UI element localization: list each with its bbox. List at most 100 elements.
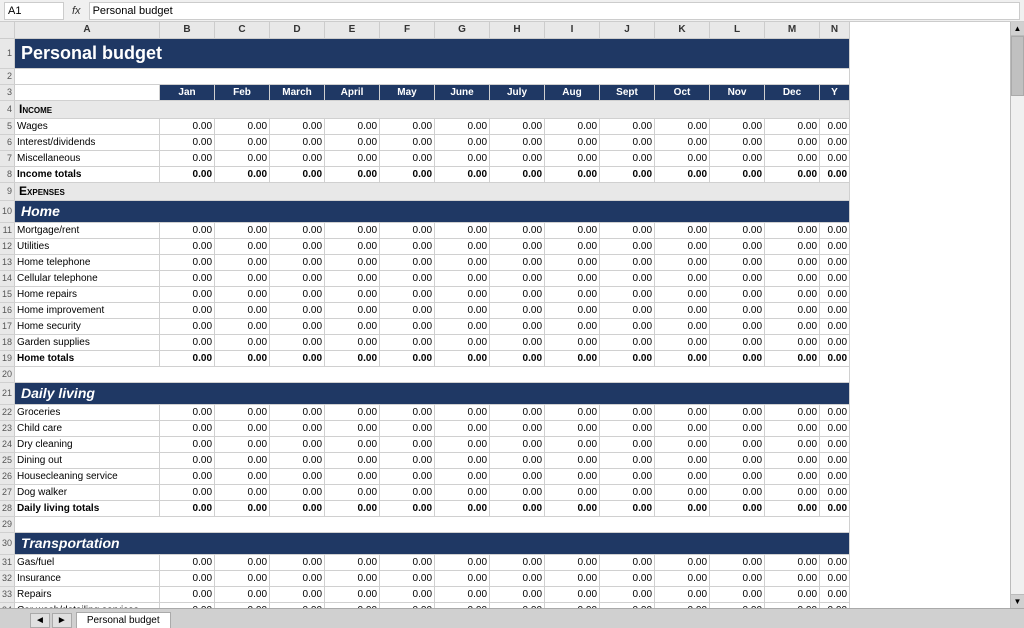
wages-june[interactable]: 0.00 [435,118,490,134]
interest-year[interactable]: 0.00 [820,134,850,150]
insurance-row: 32 Insurance 0.00 0.00 0.00 0.00 0.00 0.… [0,570,850,586]
wages-year[interactable]: 0.00 [820,118,850,134]
month-feb: Feb [215,84,270,100]
interest-july[interactable]: 0.00 [490,134,545,150]
interest-dec[interactable]: 0.00 [765,134,820,150]
misc-income-sept[interactable]: 0.00 [600,150,655,166]
housecleaning-label: Housecleaning service [15,468,160,484]
repairs-row: 33 Repairs 0.00 0.00 0.00 0.00 0.00 0.00… [0,586,850,602]
month-aug: Aug [545,84,600,100]
scrollbar-down-arrow[interactable]: ▼ [1011,594,1024,608]
interest-nov[interactable]: 0.00 [710,134,765,150]
garden-supplies-label: Garden supplies [15,334,160,350]
row-29: 29 [0,516,850,532]
misc-income-aug[interactable]: 0.00 [545,150,600,166]
income-totals-jan: 0.00 [160,166,215,182]
misc-income-jan[interactable]: 0.00 [160,150,215,166]
personal-budget-tab[interactable]: Personal budget [76,612,171,628]
dog-walker-label: Dog walker [15,484,160,500]
row-20: 20 [0,366,850,382]
month-june: June [435,84,490,100]
misc-income-feb[interactable]: 0.00 [215,150,270,166]
income-category-header: Income [15,100,850,118]
home-telephone-label: Home telephone [15,254,160,270]
misc-income-may[interactable]: 0.00 [380,150,435,166]
column-headers: A B C D E F G H I J K L M N [0,22,850,38]
dog-walker-row: 27 Dog walker 0.00 0.00 0.00 0.00 0.00 0… [0,484,850,500]
home-improvement-row: 16 Home improvement 0.00 0.00 0.00 0.00 … [0,302,850,318]
misc-income-july[interactable]: 0.00 [490,150,545,166]
wages-may[interactable]: 0.00 [380,118,435,134]
wages-aug[interactable]: 0.00 [545,118,600,134]
tab-nav-right[interactable]: ► [52,613,72,628]
gas-fuel-label: Gas/fuel [15,554,160,570]
dining-out-label: Dining out [15,452,160,468]
utilities-row: 12 Utilities 0.00 0.00 0.00 0.00 0.00 0.… [0,238,850,254]
month-may: May [380,84,435,100]
income-totals-oct: 0.00 [655,166,710,182]
wages-nov[interactable]: 0.00 [710,118,765,134]
sheet-tabs-bar: ◄ ► Personal budget [0,608,1024,628]
misc-income-april[interactable]: 0.00 [325,150,380,166]
vertical-scrollbar[interactable]: ▲ ▼ [1010,22,1024,608]
groceries-row: 22 Groceries 0.00 0.00 0.00 0.00 0.00 0.… [0,404,850,420]
home-security-label: Home security [15,318,160,334]
interest-feb[interactable]: 0.00 [215,134,270,150]
misc-income-label: Miscellaneous [15,150,160,166]
dry-cleaning-row: 24 Dry cleaning 0.00 0.00 0.00 0.00 0.00… [0,436,850,452]
wages-feb[interactable]: 0.00 [215,118,270,134]
interest-sept[interactable]: 0.00 [600,134,655,150]
interest-may[interactable]: 0.00 [380,134,435,150]
misc-income-year[interactable]: 0.00 [820,150,850,166]
wages-april[interactable]: 0.00 [325,118,380,134]
misc-income-oct[interactable]: 0.00 [655,150,710,166]
interest-april[interactable]: 0.00 [325,134,380,150]
interest-march[interactable]: 0.00 [270,134,325,150]
wages-jan[interactable]: 0.00 [160,118,215,134]
month-oct: Oct [655,84,710,100]
misc-income-nov[interactable]: 0.00 [710,150,765,166]
mortgage-jan[interactable]: 0.00 [160,222,215,238]
income-totals-feb: 0.00 [215,166,270,182]
spreadsheet-table: A B C D E F G H I J K L M N [0,22,850,628]
utilities-label: Utilities [15,238,160,254]
formula-bar[interactable]: Personal budget [89,2,1020,20]
home-totals-row: 19 Home totals 0.00 0.00 0.00 0.00 0.00 … [0,350,850,366]
scrollbar-thumb[interactable] [1011,36,1024,96]
insurance-label: Insurance [15,570,160,586]
home-repairs-label: Home repairs [15,286,160,302]
groceries-label: Groceries [15,404,160,420]
transportation-section-header: Transportation [15,532,850,554]
income-totals-may: 0.00 [380,166,435,182]
misc-income-march[interactable]: 0.00 [270,150,325,166]
daily-living-section-header: Daily living [15,382,850,404]
home-section-row: 10 Home [0,200,850,222]
income-totals-nov: 0.00 [710,166,765,182]
interest-oct[interactable]: 0.00 [655,134,710,150]
toolbar: fx Personal budget [0,0,1024,22]
interest-june[interactable]: 0.00 [435,134,490,150]
grid[interactable]: A B C D E F G H I J K L M N [0,22,1024,628]
home-improvement-label: Home improvement [15,302,160,318]
misc-income-row: 7 Miscellaneous 0.00 0.00 0.00 0.00 0.00… [0,150,850,166]
mortgage-label: Mortgage/rent [15,222,160,238]
month-headers-row: 3 Jan Feb March April May June July Aug … [0,84,850,100]
wages-oct[interactable]: 0.00 [655,118,710,134]
scrollbar-up-arrow[interactable]: ▲ [1011,22,1024,36]
daily-living-totals-row: 28 Daily living totals 0.00 0.00 0.00 0.… [0,500,850,516]
home-totals-label: Home totals [15,350,160,366]
misc-income-june[interactable]: 0.00 [435,150,490,166]
interest-jan[interactable]: 0.00 [160,134,215,150]
interest-aug[interactable]: 0.00 [545,134,600,150]
wages-sept[interactable]: 0.00 [600,118,655,134]
tab-nav-left[interactable]: ◄ [30,613,50,628]
wages-july[interactable]: 0.00 [490,118,545,134]
transportation-section-row: 30 Transportation [0,532,850,554]
wages-march[interactable]: 0.00 [270,118,325,134]
cell-reference[interactable] [4,2,64,20]
month-july: July [490,84,545,100]
expenses-category-header: Expenses [15,182,850,200]
gas-fuel-row: 31 Gas/fuel 0.00 0.00 0.00 0.00 0.00 0.0… [0,554,850,570]
wages-dec[interactable]: 0.00 [765,118,820,134]
misc-income-dec[interactable]: 0.00 [765,150,820,166]
